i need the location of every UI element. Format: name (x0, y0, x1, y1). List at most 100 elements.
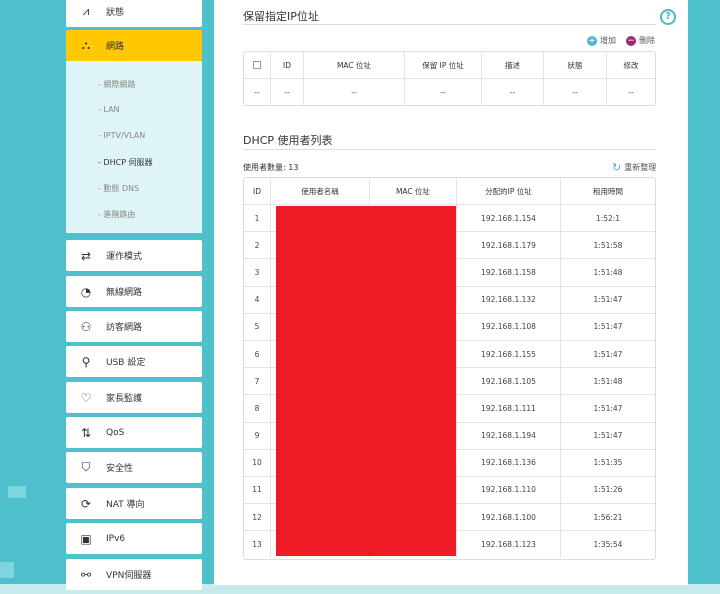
sidebar-item-label: 運作模式 (106, 252, 143, 262)
sidebar-item-label: USB 設定 (106, 358, 146, 368)
minus-icon: − (626, 35, 636, 46)
table-cell-lease: 1:51:47 (561, 395, 655, 423)
table-cell-id: 7 (244, 368, 271, 396)
table-cell-id: 8 (244, 395, 271, 423)
table-cell-ip: 192.168.1.105 (457, 368, 561, 396)
submenu-item[interactable]: - 進階路由 (98, 209, 135, 220)
sidebar-item-guest[interactable]: ⚇ 訪客網路 (66, 311, 202, 342)
table-cell-ip: 192.168.1.132 (457, 286, 561, 314)
table-cell-id: 1 (244, 205, 271, 233)
sidebar-item-shield[interactable]: ⛉ 安全性 (66, 452, 202, 483)
table-cell-id: 2 (244, 232, 271, 260)
refresh-label: 重新整理 (624, 163, 657, 172)
table-cell: -- (482, 79, 544, 105)
submenu-item[interactable]: - IPTV/VLAN (98, 131, 145, 140)
select-all-checkbox[interactable] (253, 61, 261, 69)
guest-icon: ⚇ (80, 319, 92, 334)
table-cell-id: 3 (244, 259, 271, 287)
network-icon: ⛬ (81, 38, 91, 52)
table-cell-id: 10 (244, 449, 271, 477)
divider (243, 24, 656, 25)
reserved-ip-grid: ID MAC 位址 保留 IP 位址 描述 狀態 修改 -- -- -- -- -- -- -- (244, 52, 655, 105)
table-cell-ip: 192.168.1.110 (457, 476, 561, 505)
table-cell-id: 13 (244, 531, 271, 559)
table-cell: -- (544, 79, 607, 105)
sidebar-item-label: QoS (106, 427, 125, 438)
sidebar-item-label: VPN伺服器 (106, 571, 152, 581)
sidebar-item-label: 無線網路 (106, 288, 143, 298)
table-cell: -- (628, 87, 634, 97)
nat-icon: ⟳ (80, 496, 92, 511)
table-cell-lease: 1:51:47 (561, 423, 655, 450)
wireless-icon: ◔ (80, 284, 92, 299)
submenu-item[interactable]: - LAN (98, 105, 120, 114)
reserved-ip-title: 保留指定IP位址 (243, 10, 319, 23)
sidebar-item-label: 訪客網路 (106, 323, 143, 333)
qos-icon: ⇅ (80, 425, 92, 440)
sidebar-item-network[interactable]: ⛬ 網路 (66, 30, 202, 61)
column-header: 修改 (607, 52, 655, 79)
table-cell-lease: 1:51:35 (561, 450, 655, 477)
column-header: 描述 (482, 52, 544, 79)
sidebar-item-ipv6[interactable]: ▣ IPv6 (66, 523, 202, 554)
status-icon: ⩘ (82, 4, 90, 18)
sidebar-item-parental[interactable]: ♡ 家長監護 (66, 382, 202, 413)
sidebar-item-status[interactable]: ⩘ 狀態 (66, 0, 202, 27)
table-cell-ip: 192.168.1.108 (457, 313, 561, 341)
sidebar-item-nat[interactable]: ⟳ NAT 導向 (66, 488, 202, 519)
table-cell-lease: 1:51:48 (561, 259, 655, 287)
column-header: 分配的IP 位址 (457, 178, 561, 205)
background-decoration (0, 562, 14, 578)
select-all-checkbox-cell[interactable] (244, 52, 271, 79)
help-icon[interactable]: ? (660, 9, 676, 25)
column-header: 租用時間 (561, 178, 655, 205)
table-cell: -- (405, 79, 482, 105)
add-button[interactable]: + 增加 (587, 35, 616, 46)
background-decoration (8, 486, 26, 498)
delete-label: 刪除 (639, 36, 655, 45)
sidebar-item-mode[interactable]: ⇄ 運作模式 (66, 240, 202, 271)
column-header: ID (271, 52, 304, 79)
submenu-item[interactable]: - 網際網路 (98, 79, 135, 90)
table-cell-ip: 192.168.1.123 (457, 531, 561, 559)
table-cell-lease: 1:52:1 (561, 205, 655, 233)
table-cell-ip: 192.168.1.155 (457, 340, 561, 369)
table-cell-id: 6 (244, 340, 271, 369)
table-cell-lease: 1:51:47 (561, 314, 655, 341)
client-count: 使用者數量: 13 (243, 163, 299, 172)
table-cell-lease: 1:51:58 (561, 232, 655, 260)
table-cell-id: 12 (244, 504, 271, 532)
table-cell-ip: 192.168.1.194 (457, 422, 561, 450)
column-header: 使用者名稱 (271, 178, 370, 205)
table-cell-lease: 1:35:54 (593, 540, 623, 550)
table-cell: -- (304, 79, 405, 105)
sidebar-item-qos[interactable]: ⇅ QoS (66, 417, 202, 448)
table-cell-id: 5 (244, 313, 271, 341)
refresh-button[interactable]: ↻ 重新整理 (612, 161, 656, 174)
column-header: MAC 位址 (304, 52, 405, 79)
plus-icon: + (587, 35, 597, 46)
column-header: 狀態 (544, 52, 607, 79)
delete-button[interactable]: − 刪除 (626, 35, 655, 46)
parental-icon: ♡ (80, 390, 92, 405)
sidebar-item-vpn[interactable]: ⚯ VPN伺服器 (66, 559, 202, 590)
table-cell-ip: 192.168.1.179 (457, 232, 561, 260)
table-cell-lease: 1:56:21 (561, 504, 655, 532)
add-label: 增加 (600, 36, 616, 45)
sidebar-item-wireless[interactable]: ◔ 無線網路 (66, 276, 202, 307)
table-cell-ip: 192.168.1.111 (457, 395, 561, 423)
sidebar-item-usb[interactable]: ⚲ USB 設定 (66, 346, 202, 377)
divider (243, 149, 656, 150)
sidebar-item-label: 狀態 (106, 8, 125, 18)
redaction-block (276, 206, 456, 556)
vpn-icon: ⚯ (80, 567, 92, 582)
sidebar-item-label: 安全性 (106, 464, 134, 474)
table-cell: -- (271, 79, 304, 105)
submenu-item[interactable]: - DHCP 伺服器 (98, 157, 153, 168)
submenu-item[interactable]: - 動態 DNS (98, 183, 139, 194)
table-cell-ip: 192.168.1.158 (457, 259, 561, 287)
column-header: ID (244, 178, 271, 205)
ipv6-icon: ▣ (80, 531, 92, 546)
table-cell-id: 9 (244, 422, 271, 450)
sidebar: - 網際網路 - LAN - IPTV/VLAN - DHCP 伺服器 - 動態 DNS… (66, 0, 202, 594)
